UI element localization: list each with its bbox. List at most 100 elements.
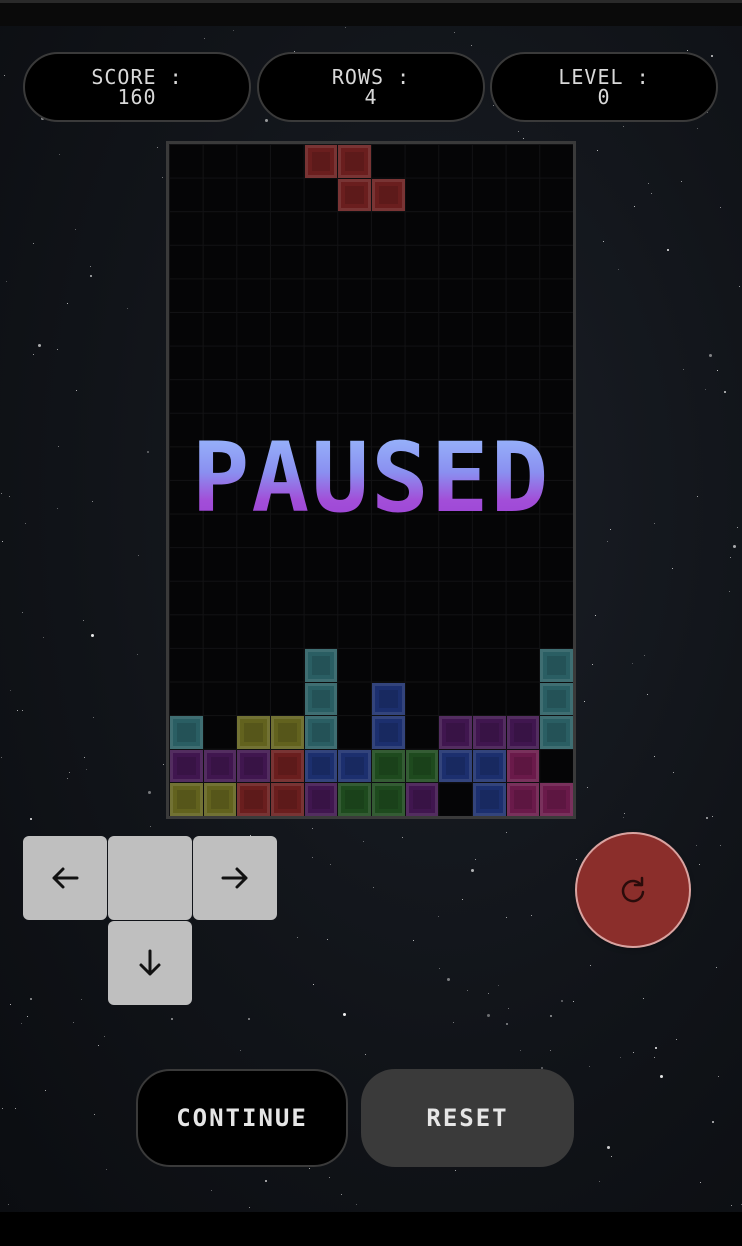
- star: [94, 1114, 95, 1115]
- star: [611, 1156, 612, 1157]
- star: [147, 451, 149, 453]
- star: [104, 1036, 105, 1037]
- locked-block: [506, 749, 540, 783]
- star: [313, 984, 314, 985]
- locked-block: [304, 749, 338, 783]
- star: [341, 1194, 342, 1195]
- star: [86, 769, 87, 770]
- star: [700, 1182, 701, 1183]
- star: [673, 772, 674, 773]
- star: [249, 1207, 250, 1208]
- star: [506, 917, 507, 918]
- star: [592, 664, 593, 665]
- star: [69, 772, 70, 773]
- star: [92, 501, 93, 502]
- score-label: SCORE :: [91, 65, 183, 89]
- locked-block: [473, 716, 506, 749]
- move-down-button[interactable]: [108, 921, 192, 1005]
- star: [363, 841, 364, 842]
- star: [739, 286, 740, 287]
- star: [467, 990, 468, 991]
- locked-block: [405, 783, 439, 816]
- star: [681, 181, 682, 182]
- locked-block: [304, 649, 338, 682]
- star: [599, 1181, 600, 1182]
- locked-block: [338, 783, 371, 816]
- star: [67, 778, 68, 779]
- star: [312, 857, 313, 858]
- star: [137, 654, 138, 655]
- move-left-button[interactable]: [23, 836, 107, 920]
- star: [27, 1016, 28, 1017]
- locked-block: [540, 682, 573, 716]
- star: [471, 45, 472, 46]
- star: [1, 757, 2, 758]
- star: [163, 764, 164, 765]
- dpad-center: [108, 836, 192, 920]
- score-display: SCORE : 160: [23, 52, 251, 122]
- star: [717, 370, 718, 371]
- star: [6, 281, 7, 282]
- star: [10, 1004, 11, 1005]
- star: [620, 1057, 621, 1058]
- locked-block: [506, 783, 540, 816]
- star: [623, 817, 624, 818]
- star: [15, 1108, 16, 1109]
- star: [634, 206, 635, 207]
- game-board[interactable]: PAUSED: [166, 141, 576, 819]
- rows-display: ROWS : 4: [257, 52, 485, 122]
- star: [453, 1022, 454, 1023]
- star: [438, 916, 439, 917]
- locked-block: [372, 716, 405, 749]
- star: [93, 717, 94, 718]
- continue-button[interactable]: CONTINUE: [136, 1069, 348, 1167]
- locked-block: [540, 649, 573, 682]
- star: [518, 131, 519, 132]
- star: [683, 369, 684, 370]
- active-piece-block: [338, 178, 371, 212]
- locked-block: [540, 783, 573, 816]
- star: [550, 1015, 552, 1017]
- star: [607, 1146, 610, 1149]
- star: [2, 1108, 3, 1109]
- star: [329, 1177, 330, 1178]
- star: [584, 701, 585, 702]
- star: [90, 275, 92, 277]
- star: [730, 557, 731, 558]
- star: [43, 637, 44, 638]
- locked-block: [439, 716, 472, 749]
- rows-label: ROWS :: [331, 65, 411, 89]
- star: [148, 791, 151, 794]
- star: [603, 241, 604, 242]
- star: [33, 354, 34, 355]
- star: [204, 38, 205, 39]
- locked-block: [170, 749, 203, 783]
- star: [654, 523, 655, 524]
- paused-overlay-text: PAUSED: [169, 422, 573, 534]
- reset-button[interactable]: RESET: [361, 1069, 574, 1167]
- star: [651, 193, 652, 194]
- star: [475, 859, 476, 860]
- star: [76, 390, 77, 391]
- locked-block: [405, 749, 439, 783]
- star: [462, 899, 463, 900]
- star: [590, 965, 591, 966]
- move-right-button[interactable]: [193, 836, 277, 920]
- star: [10, 690, 11, 691]
- locked-block: [439, 749, 472, 783]
- star: [506, 832, 507, 833]
- star: [439, 968, 440, 969]
- star: [38, 344, 41, 347]
- star: [498, 985, 499, 986]
- star: [327, 939, 328, 940]
- star: [471, 869, 474, 872]
- star: [343, 1013, 346, 1016]
- locked-block: [372, 783, 405, 816]
- rotate-button[interactable]: [577, 834, 689, 946]
- star: [531, 915, 532, 916]
- star: [30, 998, 32, 1000]
- star: [402, 837, 403, 838]
- star: [58, 446, 59, 447]
- star: [265, 1180, 267, 1182]
- star: [150, 826, 151, 827]
